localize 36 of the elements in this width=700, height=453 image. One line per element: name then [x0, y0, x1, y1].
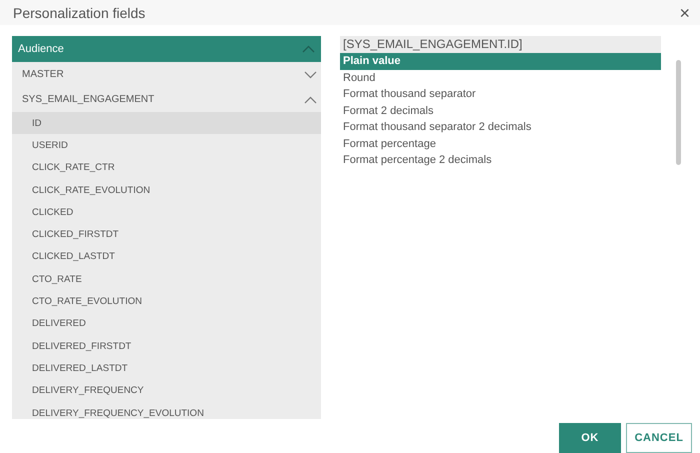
field-item[interactable]: CTO_RATE [12, 268, 321, 290]
format-option[interactable]: Format thousand separator 2 decimals [340, 119, 661, 136]
tree-node[interactable]: MASTER [12, 62, 321, 87]
chevron-icon [304, 96, 317, 104]
chevron-icon [302, 45, 315, 53]
chevron-icon [304, 70, 317, 78]
field-item[interactable]: DELIVERED_LASTDT [12, 357, 321, 380]
scrollbar-thumb[interactable] [676, 60, 681, 165]
node-label: SYS_EMAIL_ENGAGEMENT [22, 94, 154, 105]
selected-field-label: [SYS_EMAIL_ENGAGEMENT.ID] [340, 36, 661, 53]
field-item[interactable]: CTO_RATE_EVOLUTION [12, 290, 321, 313]
field-item[interactable]: DELIVERY_FREQUENCY [12, 380, 321, 402]
format-option[interactable]: Format percentage 2 decimals [340, 152, 661, 168]
cancel-button[interactable]: CANCEL [626, 423, 692, 453]
field-item[interactable]: CLICK_RATE_CTR [12, 156, 321, 179]
node-label: MASTER [22, 69, 64, 80]
field-item[interactable]: CLICKED_FIRSTDT [12, 223, 321, 246]
close-button[interactable]: × [675, 2, 694, 22]
format-option[interactable]: Format thousand separator [340, 86, 661, 102]
tree-group-header[interactable]: Audience [12, 36, 321, 62]
field-item[interactable]: DELIVERED_FIRSTDT [12, 334, 321, 358]
format-option[interactable]: Format percentage [340, 136, 661, 152]
field-item[interactable]: CLICKED [12, 201, 321, 224]
field-item[interactable]: DELIVERED [12, 312, 321, 335]
field-item[interactable]: CLICK_RATE_EVOLUTION [12, 178, 321, 202]
group-label: Audience [18, 43, 64, 55]
format-option[interactable]: Round [340, 70, 661, 86]
field-item[interactable]: ID [12, 112, 321, 134]
field-item[interactable]: DELIVERY_FREQUENCY_EVOLUTION [12, 402, 321, 419]
field-item[interactable]: USERID [12, 134, 321, 157]
ok-button[interactable]: OK [559, 423, 621, 453]
window-title: Personalization fields [13, 4, 146, 20]
field-item[interactable]: CLICKED_LASTDT [12, 246, 321, 268]
format-option[interactable]: Format 2 decimals [340, 102, 661, 119]
format-option[interactable]: Plain value [340, 53, 661, 70]
tree-node[interactable]: SYS_EMAIL_ENGAGEMENT [12, 87, 321, 112]
